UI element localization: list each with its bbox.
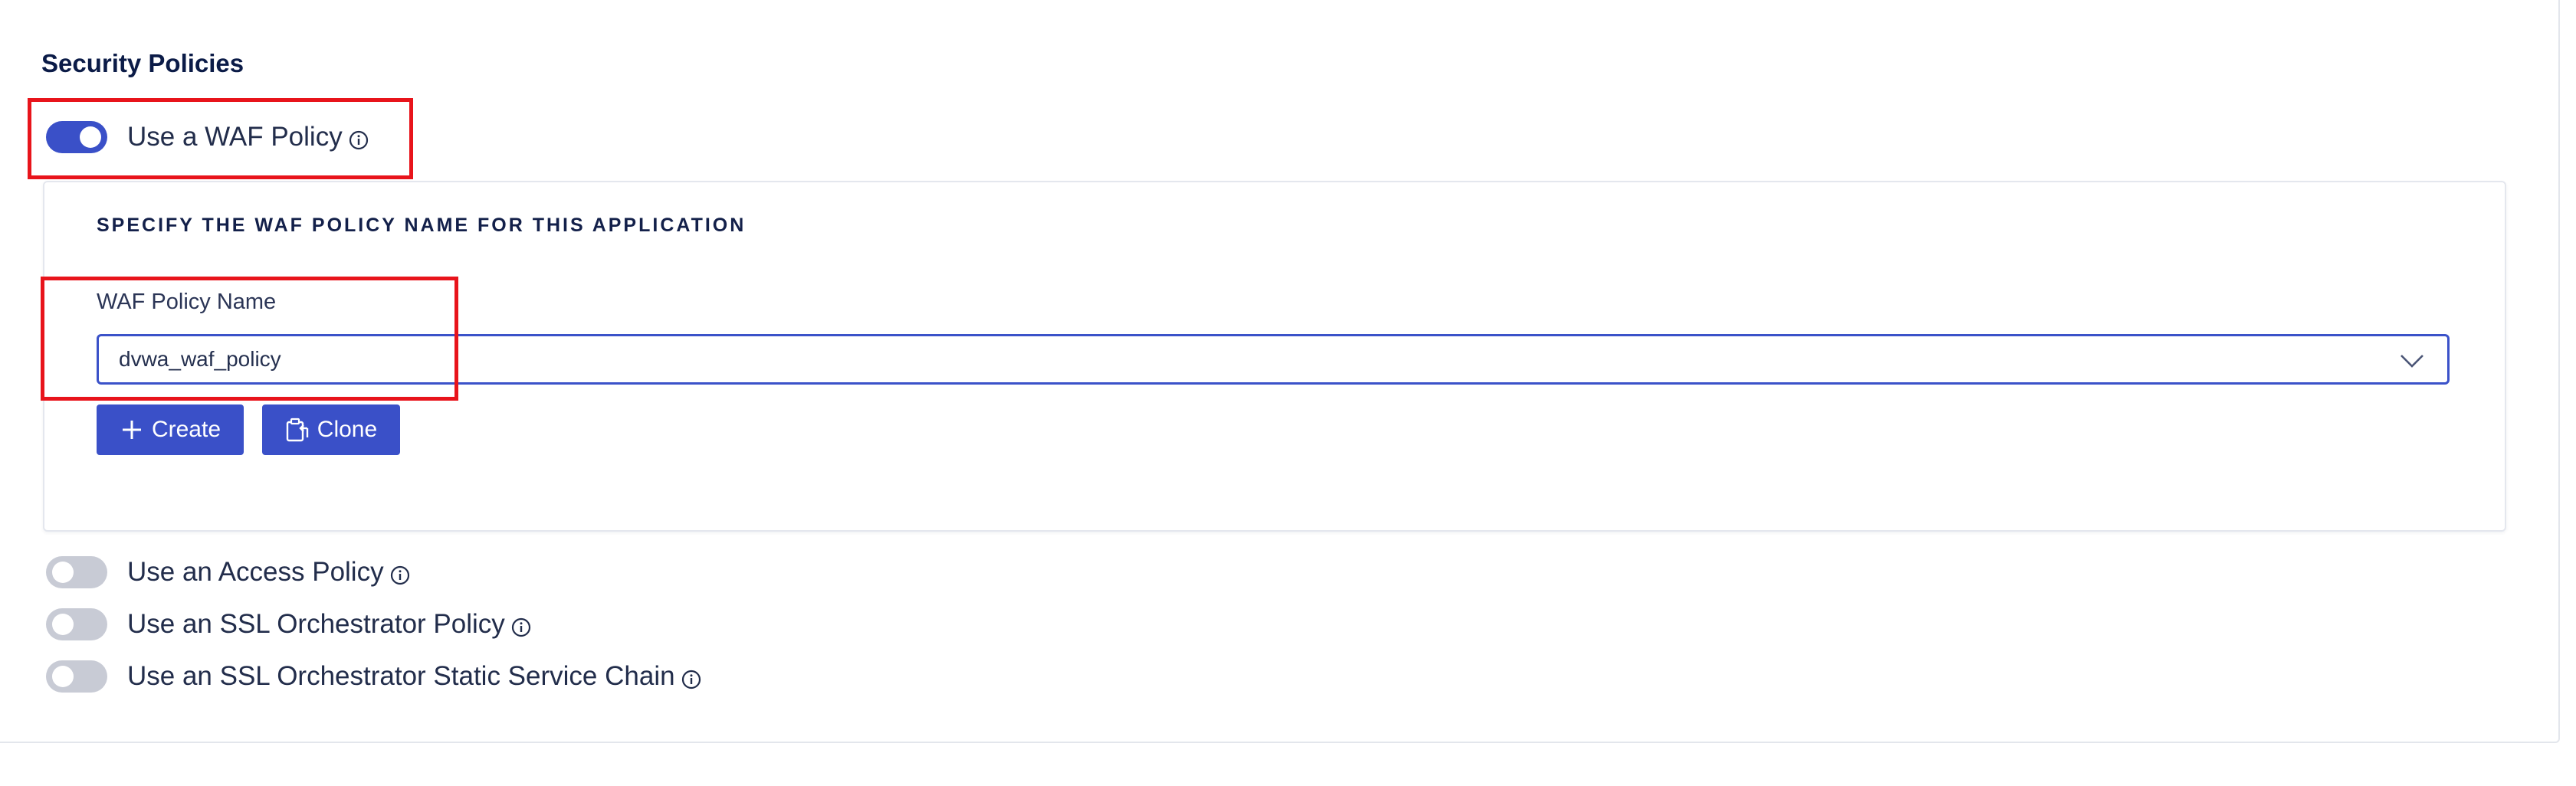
toggle-knob [52,614,74,635]
section-title: Security Policies [41,49,244,77]
ssl-orchestrator-service-chain-toggle[interactable] [46,660,107,693]
info-icon[interactable] [511,617,531,637]
info-icon[interactable] [681,670,701,689]
highlight-box-waf-name [41,277,458,401]
ssl-orchestrator-policy-toggle[interactable] [46,608,107,640]
create-button-label: Create [151,417,222,442]
access-policy-toggle-row: Use an Access Policy [46,553,410,591]
access-policy-toggle-label: Use an Access Policy [127,557,384,587]
create-button[interactable]: Create [97,404,244,455]
ssl-orchestrator-service-chain-toggle-label: Use an SSL Orchestrator Static Service C… [127,661,675,691]
ssl-orchestrator-service-chain-toggle-row: Use an SSL Orchestrator Static Service C… [46,657,701,696]
toggle-knob [52,666,74,687]
access-policy-toggle[interactable] [46,556,107,588]
info-icon[interactable] [390,565,410,585]
ssl-orchestrator-policy-toggle-row: Use an SSL Orchestrator Policy [46,605,531,644]
clone-button-label: Clone [317,417,378,442]
chevron-down-icon[interactable] [2398,347,2426,375]
highlight-box-waf-toggle [28,98,413,179]
ssl-orchestrator-policy-toggle-label: Use an SSL Orchestrator Policy [127,609,505,639]
toggle-knob [52,562,74,583]
plus-icon [122,421,141,439]
panel-heading: SPECIFY THE WAF POLICY NAME FOR THIS APP… [97,215,747,236]
clone-icon [286,418,308,442]
clone-button[interactable]: Clone [262,404,400,455]
